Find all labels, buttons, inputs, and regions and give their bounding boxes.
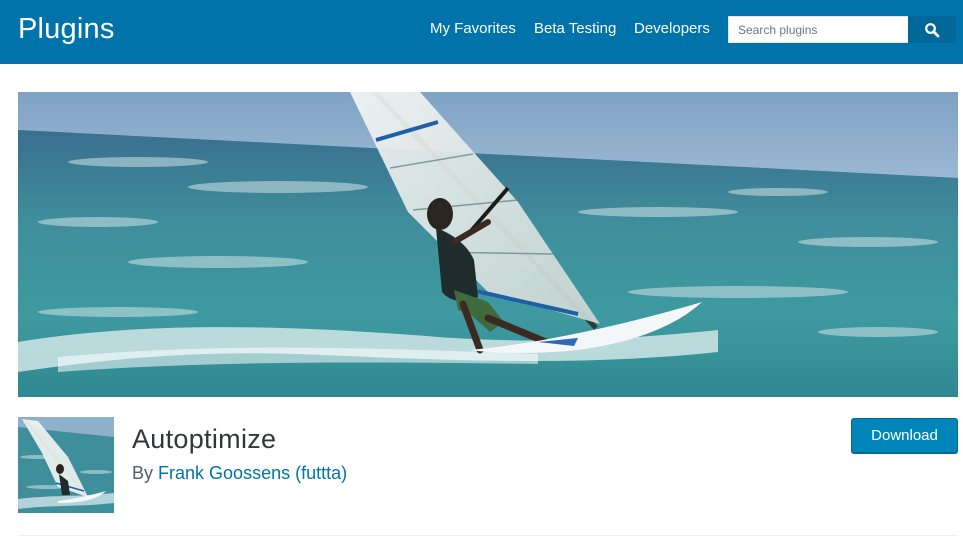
search-button[interactable] [908,16,956,43]
nav-my-favorites[interactable]: My Favorites [430,19,516,39]
search-icon [925,23,940,38]
plugin-byline: By Frank Goossens (futtta) [132,462,347,484]
site-title-link[interactable]: Plugins [18,12,115,46]
download-button[interactable]: Download [851,418,958,453]
plugin-icon-image [18,417,114,513]
nav-developers[interactable]: Developers [634,19,710,39]
plugin-banner-image [18,92,958,397]
byline-prefix: By [132,463,154,483]
section-divider [18,535,958,536]
search-input[interactable] [728,16,908,43]
search-form [728,16,956,43]
nav-beta-testing[interactable]: Beta Testing [534,19,616,39]
plugin-title: Autoptimize [132,424,277,454]
site-header: Plugins My Favorites Beta Testing Develo… [0,0,963,64]
author-link[interactable]: Frank Goossens (futtta) [158,463,347,483]
